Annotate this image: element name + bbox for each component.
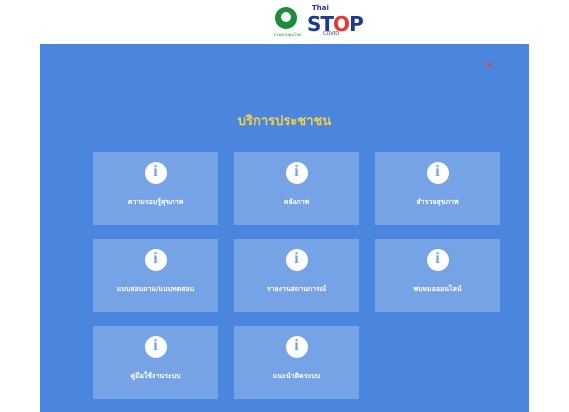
info-icon xyxy=(285,336,308,358)
tile-label: พบหมอออนไลน์ xyxy=(413,285,462,293)
moph-emblem-icon xyxy=(275,7,297,29)
tile-install-guide[interactable]: แนะนำติดระบบ xyxy=(234,326,359,399)
tile-label: แนะนำติดระบบ xyxy=(272,372,321,380)
tile-label: สำรวจสุขภาพ xyxy=(416,198,459,206)
tile-label: รายงานสถานการณ์ xyxy=(266,285,327,293)
tile-image-gallery[interactable]: คลังภาพ xyxy=(234,152,359,225)
site-header: กรมควบคุมโรค Thai STOP COVID xyxy=(0,0,569,44)
close-icon[interactable]: ✕ xyxy=(483,59,495,71)
tile-label: คลังภาพ xyxy=(283,198,310,206)
info-icon xyxy=(285,162,308,184)
logo-covid-text: COVID xyxy=(323,31,340,37)
tile-label: คู่มือใช้งานระบบ xyxy=(130,372,181,380)
info-icon xyxy=(144,336,167,358)
info-icon xyxy=(285,249,308,271)
tile-questionnaire[interactable]: แบบสอบถาม/แบบทดสอบ xyxy=(93,239,218,312)
tile-label: ความรอบรู้สุขภาพ xyxy=(127,198,184,206)
moph-small-text: กรมควบคุมโรค xyxy=(274,32,301,37)
tile-online-doctor[interactable]: พบหมอออนไลน์ xyxy=(375,239,500,312)
thai-stop-covid-logo[interactable]: กรมควบคุมโรค Thai STOP COVID xyxy=(274,4,364,37)
tile-user-manual[interactable]: คู่มือใช้งานระบบ xyxy=(93,326,218,399)
info-icon xyxy=(144,249,167,271)
modal-title: บริการประชาชน xyxy=(237,114,332,129)
info-icon xyxy=(144,162,167,184)
tile-health-literacy[interactable]: ความรอบรู้สุขภาพ xyxy=(93,152,218,225)
tile-label: แบบสอบถาม/แบบทดสอบ xyxy=(116,285,195,293)
logo-thai-text: Thai xyxy=(312,4,329,12)
info-icon xyxy=(426,162,449,184)
tile-health-survey[interactable]: สำรวจสุขภาพ xyxy=(375,152,500,225)
public-services-modal: ✕ บริการประชาชน ความรอบรู้สุขภาพ คลังภาพ… xyxy=(40,44,529,412)
info-icon xyxy=(426,249,449,271)
tile-situation-report[interactable]: รายงานสถานการณ์ xyxy=(234,239,359,312)
